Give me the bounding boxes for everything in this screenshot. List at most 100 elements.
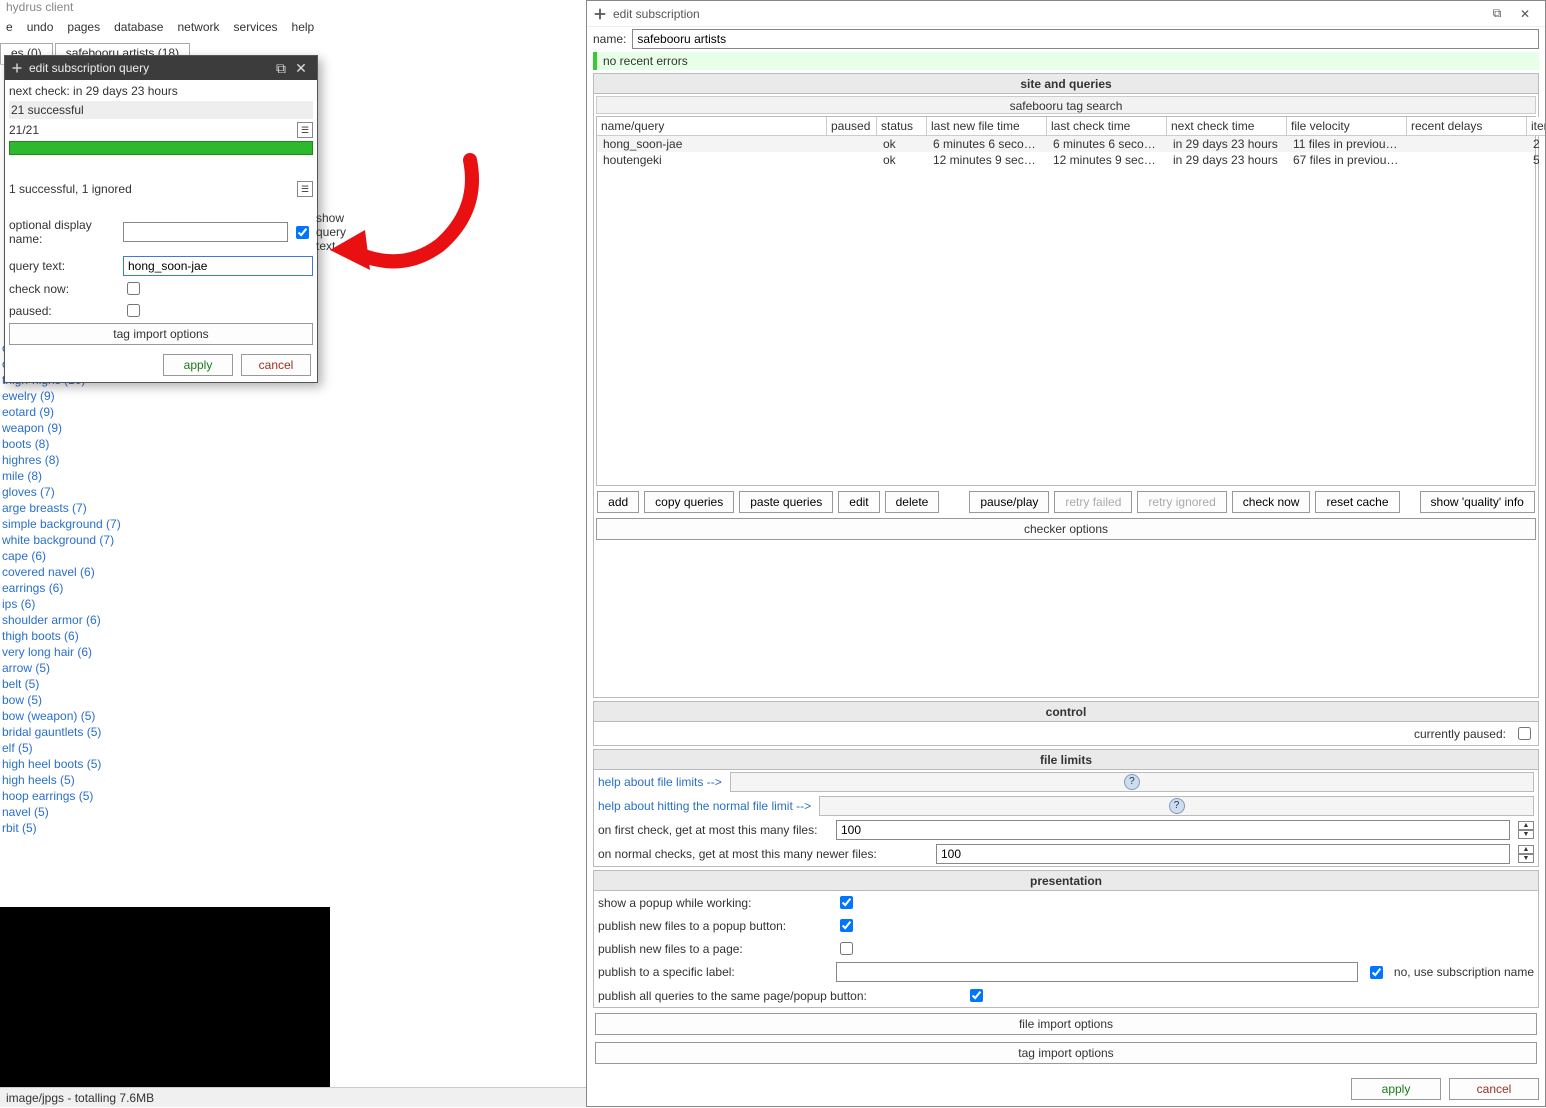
menu-e[interactable]: e	[6, 20, 13, 40]
col-items[interactable]: items	[1527, 117, 1545, 136]
first-check-label: on first check, get at most this many fi…	[598, 823, 828, 837]
tag-item[interactable]: highres (8)	[0, 452, 230, 468]
currently-paused-checkbox[interactable]	[1518, 727, 1531, 740]
cancel-button[interactable]: cancel	[241, 354, 311, 376]
check-now-checkbox[interactable]	[127, 282, 140, 295]
search-type[interactable]: safebooru tag search	[596, 96, 1536, 114]
retry-failed-button[interactable]: retry failed	[1054, 491, 1132, 513]
tag-item[interactable]: thigh boots (6)	[0, 628, 230, 644]
help-file-limits-link[interactable]: help about file limits -->	[598, 775, 722, 789]
publish-popup-btn-checkbox[interactable]	[840, 919, 853, 932]
tag-item[interactable]: boots (8)	[0, 436, 230, 452]
tag-item[interactable]: very long hair (6)	[0, 644, 230, 660]
tag-item[interactable]: bridal gauntlets (5)	[0, 724, 230, 740]
help-icon[interactable]: ?	[1124, 774, 1140, 790]
help-icon[interactable]: ?	[1169, 798, 1185, 814]
menu-database[interactable]: database	[114, 20, 163, 40]
query-text-input[interactable]	[123, 256, 313, 276]
menu-undo[interactable]: undo	[27, 20, 54, 40]
copy-queries-button[interactable]: copy queries	[644, 491, 734, 513]
opt-display-input[interactable]	[123, 222, 288, 242]
tag-item[interactable]: belt (5)	[0, 676, 230, 692]
details-icon[interactable]: ☰	[297, 181, 313, 197]
apply-button[interactable]: apply	[163, 354, 233, 376]
tag-item[interactable]: weapon (9)	[0, 420, 230, 436]
progress-bar	[9, 141, 313, 155]
show-query-text-checkbox[interactable]	[296, 226, 309, 239]
tag-item[interactable]: cape (6)	[0, 548, 230, 564]
details-icon[interactable]: ☰	[297, 122, 313, 138]
close-icon[interactable]: ✕	[1511, 7, 1539, 21]
cancel-button[interactable]: cancel	[1449, 1078, 1539, 1100]
col-paused[interactable]: paused	[827, 117, 877, 136]
tag-item[interactable]: ewelry (9)	[0, 388, 230, 404]
restore-icon[interactable]: ⧉	[271, 60, 291, 77]
tag-item[interactable]: elf (5)	[0, 740, 230, 756]
check-now-button[interactable]: check now	[1232, 491, 1311, 513]
table-row[interactable]: houtengeki ok 12 minutes 9 second... 12 …	[597, 152, 1535, 168]
retry-ignored-button[interactable]: retry ignored	[1137, 491, 1226, 513]
col-nct[interactable]: next check time	[1167, 117, 1287, 136]
queries-table: name/query paused status last new file t…	[596, 116, 1536, 486]
publish-label-label: publish to a specific label:	[598, 965, 828, 979]
show-query-text-label: show query text	[316, 211, 346, 253]
col-rd[interactable]: recent delays	[1407, 117, 1527, 136]
menu-services[interactable]: services	[234, 20, 278, 40]
reset-cache-button[interactable]: reset cache	[1315, 491, 1399, 513]
tag-item[interactable]: covered navel (6)	[0, 564, 230, 580]
tag-item[interactable]: hoop earrings (5)	[0, 788, 230, 804]
tag-item[interactable]: arge breasts (7)	[0, 500, 230, 516]
delete-button[interactable]: delete	[885, 491, 940, 513]
tag-item[interactable]: bow (weapon) (5)	[0, 708, 230, 724]
paused-checkbox[interactable]	[127, 304, 140, 317]
col-lnf[interactable]: last new file time	[927, 117, 1047, 136]
tag-item[interactable]: earrings (6)	[0, 580, 230, 596]
restore-icon[interactable]: ⧉	[1483, 6, 1511, 21]
publish-page-checkbox[interactable]	[840, 942, 853, 955]
col-lct[interactable]: last check time	[1047, 117, 1167, 136]
add-button[interactable]: add	[597, 491, 639, 513]
first-check-input[interactable]	[836, 820, 1510, 840]
help-normal-limit-link[interactable]: help about hitting the normal file limit…	[598, 799, 811, 813]
paste-queries-button[interactable]: paste queries	[739, 491, 833, 513]
menu-pages[interactable]: pages	[67, 20, 100, 40]
show-popup-checkbox[interactable]	[840, 896, 853, 909]
name-input[interactable]	[632, 29, 1539, 49]
file-import-options-button[interactable]: file import options	[595, 1013, 1537, 1035]
checker-options-button[interactable]: checker options	[596, 518, 1536, 540]
tag-item[interactable]: eotard (9)	[0, 404, 230, 420]
tag-item[interactable]: high heels (5)	[0, 772, 230, 788]
col-name[interactable]: name/query	[597, 117, 827, 136]
tag-item[interactable]: mile (8)	[0, 468, 230, 484]
tag-item[interactable]: navel (5)	[0, 804, 230, 820]
tag-item[interactable]: rbit (5)	[0, 820, 230, 836]
normal-check-spinner[interactable]: ▲▼	[1518, 845, 1534, 863]
menu-network[interactable]: network	[177, 20, 219, 40]
normal-check-input[interactable]	[936, 844, 1510, 864]
pause-play-button[interactable]: pause/play	[969, 491, 1049, 513]
tag-item[interactable]: white background (7)	[0, 532, 230, 548]
tag-item[interactable]: ips (6)	[0, 596, 230, 612]
quality-info-button[interactable]: show 'quality' info	[1420, 491, 1535, 513]
table-row[interactable]: hong_soon-jae ok 6 minutes 6 seconds ...…	[597, 136, 1535, 152]
main-menu: e undo pages database network services h…	[0, 20, 240, 40]
tag-item[interactable]: arrow (5)	[0, 660, 230, 676]
query-text-label: query text:	[9, 259, 119, 273]
first-check-spinner[interactable]: ▲▼	[1518, 821, 1534, 839]
use-sub-name-checkbox[interactable]	[1370, 966, 1383, 979]
col-fv[interactable]: file velocity	[1287, 117, 1407, 136]
close-icon[interactable]: ✕	[291, 60, 311, 77]
publish-label-input[interactable]	[836, 962, 1358, 982]
tag-import-options-button[interactable]: tag import options	[595, 1042, 1537, 1064]
publish-all-checkbox[interactable]	[970, 989, 983, 1002]
menu-help[interactable]: help	[292, 20, 315, 40]
tag-item[interactable]: gloves (7)	[0, 484, 230, 500]
tag-item[interactable]: shoulder armor (6)	[0, 612, 230, 628]
tag-import-options-button[interactable]: tag import options	[9, 323, 313, 345]
apply-button[interactable]: apply	[1351, 1078, 1441, 1100]
tag-item[interactable]: high heel boots (5)	[0, 756, 230, 772]
col-status[interactable]: status	[877, 117, 927, 136]
tag-item[interactable]: simple background (7)	[0, 516, 230, 532]
tag-item[interactable]: bow (5)	[0, 692, 230, 708]
edit-button[interactable]: edit	[838, 491, 879, 513]
